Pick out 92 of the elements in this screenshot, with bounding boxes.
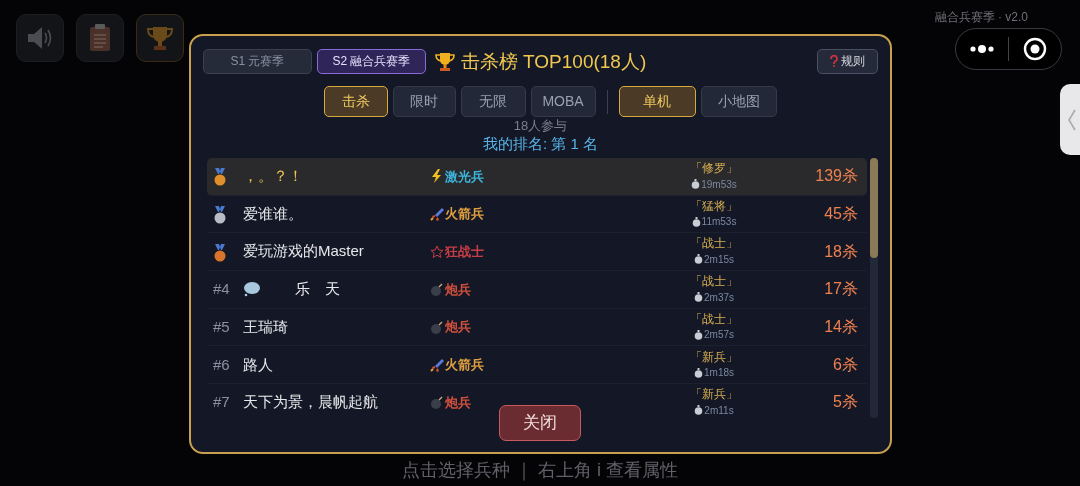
time-text: 2m57s — [704, 328, 734, 343]
player-name: 乐 天 — [295, 279, 340, 300]
medal-icon — [213, 168, 227, 187]
rank-title: 「修罗」 — [689, 161, 739, 177]
rocket-icon — [430, 357, 444, 372]
medal-icon — [213, 205, 227, 224]
lightning-icon — [430, 169, 444, 184]
scroll-thumb[interactable] — [870, 158, 879, 258]
mode-tab[interactable]: 限时 — [392, 86, 456, 117]
trophy-button[interactable] — [136, 14, 184, 62]
rank-title: 「新兵」 — [689, 349, 739, 365]
leaderboard-row[interactable]: #6 路人 火箭兵 「新兵」 1m18s 6杀 — [207, 346, 868, 385]
rank-title: 「猛将」 — [689, 198, 739, 214]
rank-number: #4 — [213, 280, 230, 298]
troop-label: 炮兵 — [445, 318, 471, 337]
chevron-icon — [1067, 108, 1077, 131]
kill-count: 6杀 — [832, 354, 859, 375]
player-name: ，。？！ — [243, 166, 303, 187]
rocket-icon — [430, 207, 444, 222]
speaker-icon — [26, 25, 54, 51]
rank-number: #6 — [213, 355, 230, 373]
troop-label: 火箭兵 — [445, 205, 484, 224]
mode-tab[interactable]: 无限 — [460, 86, 526, 117]
rank-title: 「战士」 — [689, 311, 739, 327]
map-tab[interactable]: 小地图 — [700, 86, 777, 117]
stopwatch-icon — [691, 179, 701, 190]
stopwatch-icon — [694, 292, 703, 303]
stopwatch-icon — [694, 405, 704, 416]
clipboard-icon — [89, 24, 111, 52]
troop-label: 激光兵 — [445, 167, 484, 186]
star-icon — [430, 244, 444, 259]
rank-title: 「新兵」 — [689, 387, 739, 403]
time-text: 2m11s — [704, 403, 734, 418]
scrollbar[interactable] — [870, 158, 878, 418]
mode-tab[interactable]: 击杀 — [323, 86, 388, 117]
bomb-icon — [430, 395, 444, 410]
player-name: 天下为景，晨帆起航 — [243, 392, 378, 413]
kill-count: 14杀 — [823, 317, 859, 338]
season-tab[interactable]: S2 融合兵赛季 — [317, 48, 426, 74]
bomb-icon — [430, 320, 444, 335]
stopwatch-icon — [694, 329, 703, 340]
time-text: 11m53s — [701, 215, 737, 230]
notes-button[interactable] — [76, 14, 124, 62]
hint-text: 点击选择兵种 ｜ 右上角 i 查看属性 — [401, 459, 679, 483]
leaderboard-title: 击杀榜 TOP100(18人) — [460, 50, 647, 74]
kill-count: 18杀 — [823, 241, 859, 262]
time-text: 1m18s — [704, 366, 734, 381]
stopwatch-icon — [694, 367, 703, 378]
player-name: 路人 — [243, 354, 273, 375]
player-name: 爱谁谁。 — [243, 203, 303, 224]
leaderboard-row[interactable]: #5 王瑞琦 炮兵 「战士」 2m57s 14杀 — [207, 308, 868, 347]
time-text: 2m37s — [704, 290, 734, 305]
troop-label: 火箭兵 — [445, 356, 484, 375]
version-text: 融合兵赛季 · v2.0 — [934, 9, 1028, 26]
leaderboard-row[interactable]: ，。？！ 激光兵 「修罗」 19m53s 139杀 — [207, 158, 868, 196]
question-icon — [830, 55, 838, 67]
stopwatch-icon — [691, 216, 701, 227]
player-name: 爱玩游戏的Master — [243, 241, 364, 262]
troop-label: 炮兵 — [445, 393, 471, 412]
kill-count: 139杀 — [814, 166, 859, 187]
mode-tab[interactable]: MOBA — [530, 86, 596, 117]
kill-count: 17杀 — [823, 279, 859, 300]
kill-count: 5杀 — [832, 392, 859, 413]
rank-title: 「战士」 — [689, 274, 739, 290]
participant-count: 18人参与 — [512, 118, 569, 134]
rank-number: #5 — [213, 317, 230, 335]
close-button[interactable]: 关闭 — [499, 405, 581, 441]
rank-title: 「战士」 — [689, 236, 739, 252]
stopwatch-icon — [694, 254, 703, 265]
troop-label: 炮兵 — [445, 280, 471, 299]
season-tab[interactable]: S1 元赛季 — [203, 48, 312, 74]
map-tab[interactable]: 单机 — [618, 86, 696, 117]
leaderboard-row[interactable]: 爱谁谁。 火箭兵 「猛将」 11m53s 45杀 — [207, 195, 868, 234]
troop-label: 狂战士 — [445, 242, 484, 261]
my-rank-text: 我的排名: 第 1 名 — [482, 134, 599, 154]
leaderboard-row[interactable]: 爱玩游戏的Master 狂战士 「战士」 2m15s 18杀 — [207, 233, 868, 272]
rank-number: #7 — [213, 393, 230, 411]
leaderboard-row[interactable]: #4 乐 天 炮兵 「战士」 2m37s 17杀 — [207, 271, 868, 309]
bomb-icon — [430, 282, 444, 297]
rules-button[interactable]: 规则 — [817, 48, 878, 74]
side-tab[interactable] — [1060, 84, 1080, 155]
trophy-icon — [434, 52, 455, 73]
close-target-icon[interactable] — [1023, 37, 1047, 61]
sound-button[interactable] — [16, 14, 64, 62]
time-text: 2m15s — [704, 252, 734, 267]
time-text: 19m53s — [701, 177, 737, 192]
player-name: 王瑞琦 — [243, 316, 288, 337]
medal-icon — [213, 243, 227, 262]
speech-bubble-icon — [243, 281, 261, 298]
more-icon[interactable] — [970, 45, 994, 53]
trophy-icon — [147, 25, 173, 51]
kill-count: 45杀 — [823, 204, 859, 225]
